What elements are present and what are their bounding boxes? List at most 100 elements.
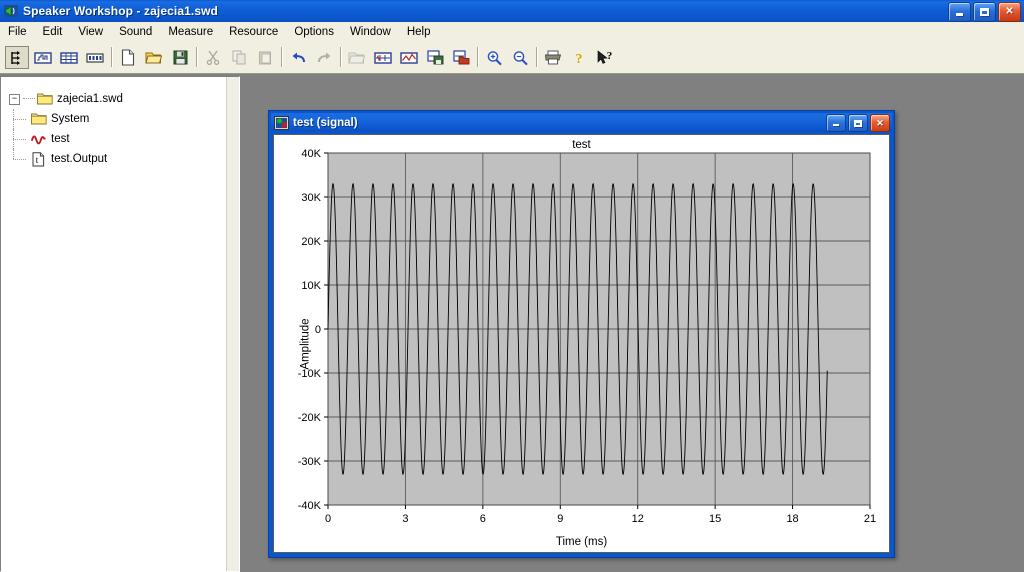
menu-item-help[interactable]: Help: [399, 24, 439, 40]
waveform-icon: [31, 132, 47, 146]
minimize-button[interactable]: [948, 2, 971, 22]
folder-icon: [31, 112, 47, 126]
zoom-out-button[interactable]: [508, 46, 532, 69]
open-button[interactable]: [142, 46, 166, 69]
redo-button[interactable]: [312, 46, 336, 69]
menu-item-sound[interactable]: Sound: [111, 24, 160, 40]
tree-node-project-label: zajecia1.swd: [57, 93, 123, 105]
svg-text:12: 12: [632, 513, 644, 525]
main-window-controls: ✕: [948, 2, 1021, 22]
meter-button[interactable]: [83, 46, 107, 69]
cut-button[interactable]: [201, 46, 225, 69]
main-window-title: Speaker Workshop - zajecia1.swd: [23, 4, 218, 18]
menu-item-resource[interactable]: Resource: [221, 24, 286, 40]
tree-indent: [9, 109, 31, 129]
svg-text:0: 0: [325, 513, 331, 525]
paste-button[interactable]: [253, 46, 277, 69]
chart-window-button[interactable]: [397, 46, 421, 69]
application-window: Speaker Workshop - zajecia1.swd ✕ File E…: [0, 0, 1024, 572]
child-maximize-button[interactable]: [848, 114, 868, 132]
tree-node-project[interactable]: − zajecia1.swd: [1, 89, 227, 109]
signal-window-button[interactable]: [371, 46, 395, 69]
help-button[interactable]: ?: [567, 46, 591, 69]
spectrum-view-button[interactable]: [31, 46, 55, 69]
copy-button[interactable]: [227, 46, 251, 69]
svg-text:-10K: -10K: [298, 368, 322, 380]
toolbar-separator-4: [337, 47, 344, 69]
close-icon: ✕: [1005, 6, 1014, 17]
tree-node-system-label: System: [51, 113, 90, 125]
save-button[interactable]: [168, 46, 192, 69]
svg-text:15: 15: [709, 513, 721, 525]
svg-text:6: 6: [480, 513, 486, 525]
chart-container: test Amplitude Time (ms) -40K -30K -20K -10…: [273, 134, 890, 553]
svg-text:10K: 10K: [301, 280, 321, 292]
child-minimize-button[interactable]: [826, 114, 846, 132]
import-button[interactable]: [345, 46, 369, 69]
maximize-button[interactable]: [973, 2, 996, 22]
child-close-button[interactable]: ✕: [870, 114, 890, 132]
print-button[interactable]: [541, 46, 565, 69]
toolbar-separator-1: [108, 47, 115, 69]
toolbar-separator-6: [533, 47, 540, 69]
toolbar-separator-3: [278, 47, 285, 69]
folder-icon: [37, 92, 53, 106]
minimize-icon: [956, 13, 963, 16]
svg-text:3: 3: [402, 513, 408, 525]
new-button[interactable]: [116, 46, 140, 69]
project-tree: − zajecia1.swd System test t test.Output: [1, 77, 227, 571]
tree-node-test[interactable]: test: [1, 129, 227, 149]
svg-text:30K: 30K: [301, 192, 321, 204]
toolbar-separator-5: [474, 47, 481, 69]
menu-item-window[interactable]: Window: [342, 24, 399, 40]
close-button[interactable]: ✕: [998, 2, 1021, 22]
tree-node-test-label: test: [51, 133, 70, 145]
svg-text:9: 9: [557, 513, 563, 525]
tree-connector: [23, 98, 35, 100]
menu-item-view[interactable]: View: [70, 24, 111, 40]
tree-node-test-output-label: test.Output: [51, 153, 108, 165]
undo-button[interactable]: [286, 46, 310, 69]
menu-item-file[interactable]: File: [0, 24, 35, 40]
project-tree-panel: − zajecia1.swd System test t test.Output: [0, 76, 240, 572]
collapse-toggle-icon[interactable]: −: [9, 93, 20, 105]
open-signal-button[interactable]: [449, 46, 473, 69]
tree-indent: [9, 129, 31, 149]
toolbar: ? ?: [0, 42, 1024, 74]
tree-indent: [9, 149, 31, 169]
speaker-icon: [3, 3, 19, 19]
signal-generator-button[interactable]: [5, 46, 29, 69]
main-title-bar: Speaker Workshop - zajecia1.swd ✕: [0, 0, 1024, 22]
svg-text:21: 21: [864, 513, 876, 525]
svg-text:18: 18: [786, 513, 798, 525]
toolbar-separator-2: [193, 47, 200, 69]
save-signal-button[interactable]: [423, 46, 447, 69]
svg-text:-20K: -20K: [298, 412, 322, 424]
menu-item-measure[interactable]: Measure: [160, 24, 221, 40]
child-window-controls: ✕: [826, 114, 890, 132]
maximize-icon: [980, 8, 989, 16]
menu-item-options[interactable]: Options: [286, 24, 342, 40]
menu-item-edit[interactable]: Edit: [35, 24, 71, 40]
svg-text:40K: 40K: [301, 148, 321, 160]
child-window-title: test (signal): [293, 116, 358, 129]
svg-text:-30K: -30K: [298, 456, 322, 468]
menu-bar: File Edit View Sound Measure Resource Op…: [0, 22, 1024, 43]
tree-node-system[interactable]: System: [1, 109, 227, 129]
chart-plot-area[interactable]: -40K -30K -20K -10K 0 10K 20K 30K 40K 0 3 6 9 12 15 18 2…: [274, 135, 890, 553]
maximize-icon: [854, 119, 862, 127]
close-icon: ✕: [876, 117, 884, 128]
context-help-button[interactable]: ?: [593, 46, 617, 69]
signal-document-icon: [274, 115, 289, 130]
signal-chart: test Amplitude Time (ms) -40K -30K -20K -10…: [274, 135, 889, 552]
zoom-in-button[interactable]: [482, 46, 506, 69]
tree-scrollbar[interactable]: [226, 77, 239, 571]
svg-text:-40K: -40K: [298, 500, 322, 512]
svg-text:20K: 20K: [301, 236, 321, 248]
minimize-icon: [833, 124, 839, 126]
svg-text:?: ?: [607, 50, 613, 62]
data-grid-button[interactable]: [57, 46, 81, 69]
tree-node-test-output[interactable]: t test.Output: [1, 149, 227, 169]
signal-child-window: test (signal) ✕ test Amplitude Time (ms)…: [268, 110, 895, 558]
svg-text:0: 0: [315, 324, 321, 336]
